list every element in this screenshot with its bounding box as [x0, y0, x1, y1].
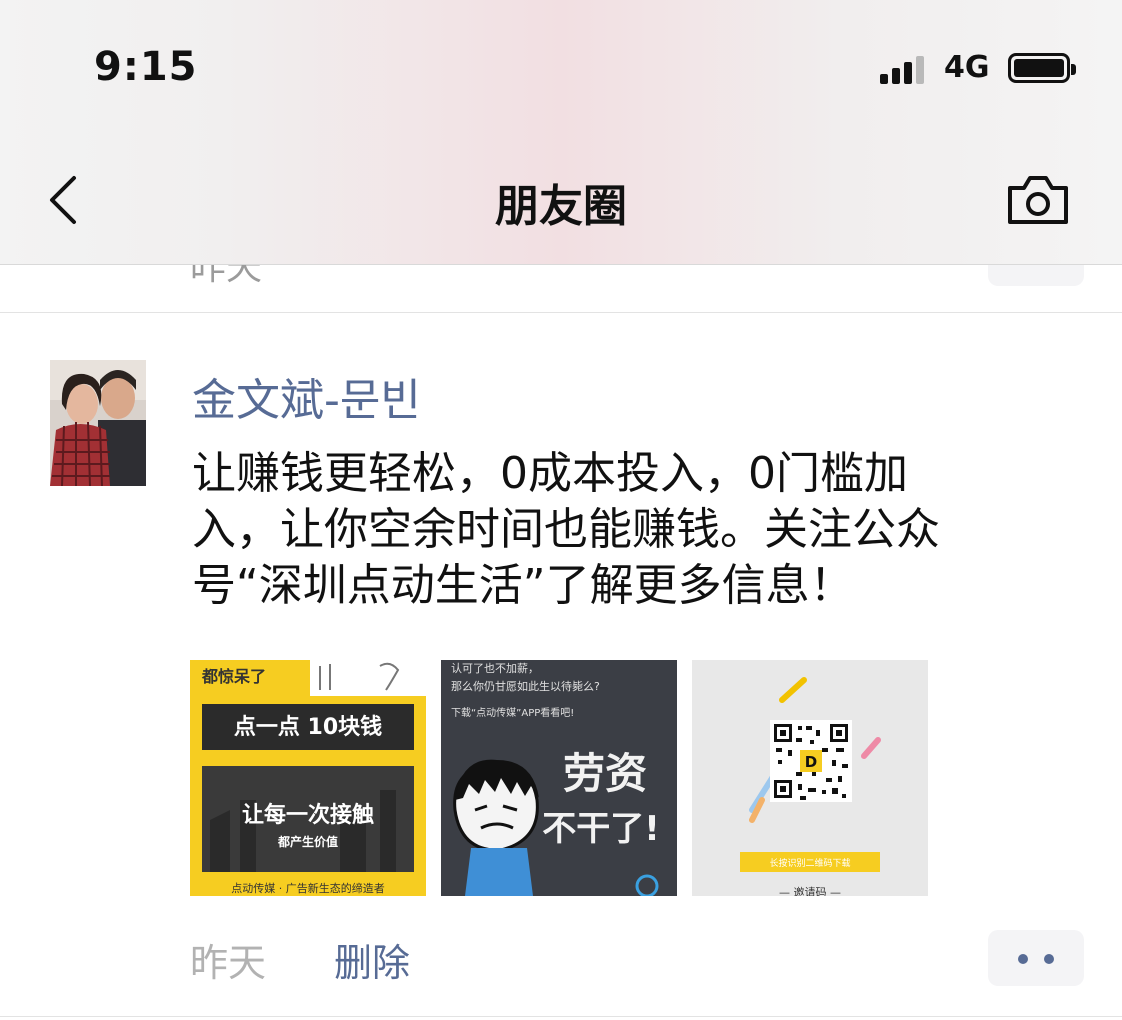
image2-line1: 认可了也不加薪，: [451, 662, 539, 675]
page-title: 朋友圈: [495, 181, 627, 232]
qr-code: D: [770, 720, 852, 802]
top-bar: 9:15 4G 朋友圈: [0, 0, 1122, 265]
status-time: 9:15: [94, 44, 198, 90]
image1-top-text: 都惊呆了: [201, 667, 266, 686]
signal-icon: [880, 54, 930, 84]
image1-headline: 点一点 10块钱: [234, 714, 382, 740]
bottom-divider: [0, 1016, 1122, 1017]
post-image-1[interactable]: 都惊呆了 点一点 10块钱 让每一次接触 都产生价值 点动传媒 · 广告新生态的…: [190, 660, 426, 896]
image2-line3: 下载“点动传媒”APP看看吧!: [451, 706, 574, 719]
post-image-2[interactable]: 认可了也不加薪， 那么你仍甘愿如此生以待毙么? 下载“点动传媒”APP看看吧! …: [441, 660, 677, 896]
post-time: 昨天: [190, 941, 267, 985]
image2-line2: 那么你仍甘愿如此生以待毙么?: [451, 679, 600, 693]
post-image-3[interactable]: D 长按识别二维码下载 — 邀请码 —: [692, 660, 928, 896]
image1-sub-text: 都产生价值: [277, 834, 338, 849]
post-text: 让赚钱更轻松，0成本投入，0门槛加 入，让你空余时间也能赚钱。关注公众 号“深圳…: [192, 448, 940, 611]
more-button[interactable]: [988, 930, 1084, 986]
image1-main-text: 让每一次接触: [242, 802, 374, 828]
battery-icon: [1008, 53, 1076, 83]
image3-bottom-text: — 邀请码 —: [779, 885, 841, 896]
image1-bottom-text: 点动传媒 · 广告新生态的缔造者: [231, 881, 385, 895]
image2-big-text: 劳资: [563, 749, 647, 798]
camera-button[interactable]: [1004, 172, 1072, 228]
delete-button[interactable]: 删除: [334, 932, 410, 987]
svg-text:D: D: [805, 753, 817, 771]
image2-big-text-2: 不干了!: [542, 809, 660, 849]
network-type: 4G: [944, 50, 990, 85]
post-author[interactable]: 金文斌-문빈: [192, 364, 421, 428]
post-divider: [0, 312, 1122, 313]
avatar[interactable]: [50, 360, 146, 486]
image3-button-text: 长按识别二维码下载: [769, 857, 850, 869]
camera-icon: [1008, 176, 1068, 224]
